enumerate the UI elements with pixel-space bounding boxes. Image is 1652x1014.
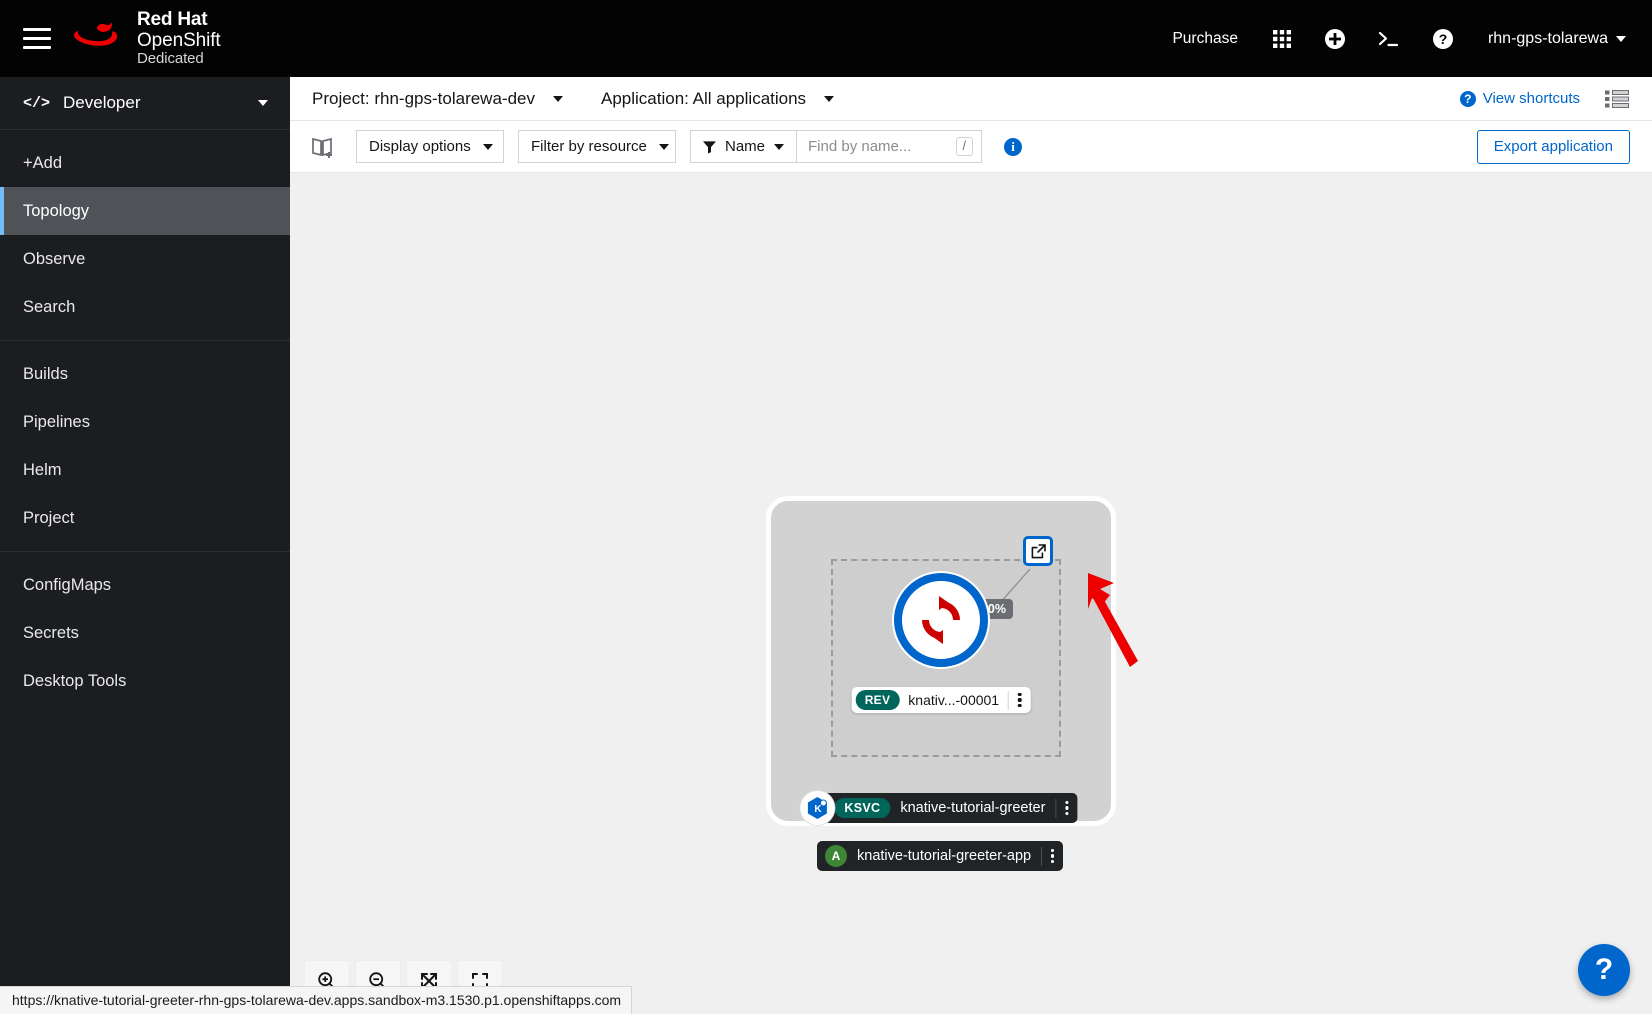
- purchase-link[interactable]: Purchase: [1154, 0, 1255, 77]
- name-filter-group: Name /: [690, 130, 982, 163]
- help-circle-icon: ?: [1459, 90, 1476, 107]
- masthead: Red Hat OpenShift Dedicated Purchase ? r…: [0, 0, 1652, 77]
- sidebar-item-add[interactable]: +Add: [0, 139, 290, 187]
- info-circle-icon[interactable]: i: [1004, 137, 1022, 156]
- chevron-down-icon: [1616, 35, 1626, 42]
- chevron-down-icon: [658, 143, 669, 150]
- red-hat-hat-icon: [74, 19, 126, 57]
- book-plus-icon[interactable]: [308, 132, 338, 162]
- sidebar-item-pipelines[interactable]: Pipelines: [0, 398, 290, 446]
- sidebar-item-topology[interactable]: Topology: [0, 187, 290, 235]
- nav-section-primary: +Add Topology Observe Search: [0, 130, 290, 341]
- code-brackets-icon: </>: [23, 94, 51, 112]
- help-fab[interactable]: ?: [1578, 944, 1630, 996]
- chevron-down-icon: [774, 143, 784, 150]
- filter-by-resource-dropdown[interactable]: Filter by resource: [518, 130, 676, 163]
- view-shortcuts-label: View shortcuts: [1482, 90, 1580, 107]
- sidebar-item-configmaps[interactable]: ConfigMaps: [0, 561, 290, 609]
- hamburger-icon[interactable]: [14, 16, 60, 62]
- filter-by-resource-label: Filter by resource: [531, 138, 647, 155]
- plus-circle-icon[interactable]: [1308, 0, 1362, 77]
- sidebar-item-label: Desktop Tools: [23, 671, 127, 690]
- terminal-icon[interactable]: [1362, 0, 1416, 77]
- sidebar-item-label: Observe: [23, 249, 86, 268]
- sidebar: </> Developer +Add Topology Observe Sear…: [0, 77, 290, 1014]
- project-label: Project: rhn-gps-tolarewa-dev: [312, 88, 535, 108]
- brand-logo[interactable]: Red Hat OpenShift Dedicated: [74, 9, 221, 68]
- sidebar-item-helm[interactable]: Helm: [0, 446, 290, 494]
- external-link-icon[interactable]: [1023, 536, 1053, 566]
- sidebar-item-project[interactable]: Project: [0, 494, 290, 542]
- user-menu[interactable]: rhn-gps-tolarewa: [1470, 0, 1630, 77]
- status-bar-url: https://knative-tutorial-greeter-rhn-gps…: [0, 986, 633, 1014]
- display-options-label: Display options: [369, 138, 471, 155]
- brand-line-redhat: Red Hat: [137, 8, 208, 30]
- service-kind-badge: KSVC: [834, 798, 891, 818]
- chevron-down-icon: [824, 95, 835, 102]
- main-content: Project: rhn-gps-tolarewa-dev Applicatio…: [290, 77, 1652, 1014]
- knative-icon: K: [800, 791, 835, 825]
- sidebar-item-label: Secrets: [23, 623, 79, 642]
- kebab-menu-icon[interactable]: [1008, 690, 1030, 710]
- service-name: knative-tutorial-greeter: [900, 800, 1046, 816]
- sidebar-item-label: Pipelines: [23, 412, 90, 431]
- application-initial-avatar: A: [825, 845, 847, 867]
- view-shortcuts-link[interactable]: ? View shortcuts: [1459, 90, 1580, 107]
- revision-label[interactable]: REV knativ...-00001: [851, 687, 1031, 713]
- search-input[interactable]: [808, 138, 956, 155]
- project-bar: Project: rhn-gps-tolarewa-dev Applicatio…: [290, 77, 1652, 121]
- help-circle-icon[interactable]: ?: [1416, 0, 1470, 77]
- application-name: knative-tutorial-greeter-app: [857, 848, 1032, 864]
- name-filter-dropdown[interactable]: Name: [690, 130, 796, 163]
- brand-line-dedicated: Dedicated: [137, 50, 204, 68]
- sidebar-item-label: Topology: [23, 201, 90, 220]
- chevron-down-icon: [482, 143, 493, 150]
- chevron-down-icon: [552, 95, 563, 102]
- brand-line-openshift: OpenShift: [137, 30, 221, 52]
- application-selector[interactable]: Application: All applications: [600, 88, 835, 109]
- chevron-down-icon: [258, 100, 268, 106]
- kebab-menu-icon[interactable]: [1055, 798, 1077, 818]
- sidebar-item-secrets[interactable]: Secrets: [0, 609, 290, 657]
- name-filter-label: Name: [724, 138, 765, 155]
- project-selector[interactable]: Project: rhn-gps-tolarewa-dev: [312, 89, 563, 109]
- nav-section-build: Builds Pipelines Helm Project: [0, 341, 290, 552]
- funnel-icon: [703, 140, 716, 153]
- search-input-wrapper: /: [796, 130, 982, 163]
- knative-service-label[interactable]: K KSVC knative-tutorial-greeter: [800, 791, 1078, 825]
- application-group-node[interactable]: 100% REV knativ...-00001 K KSVC knative-…: [766, 496, 1116, 826]
- revision-name: knativ...-00001: [908, 692, 1000, 708]
- user-name: rhn-gps-tolarewa: [1487, 29, 1608, 47]
- sidebar-item-label: ConfigMaps: [23, 575, 112, 594]
- sidebar-item-label: Search: [23, 297, 76, 316]
- search-shortcut-key: /: [955, 136, 973, 157]
- kebab-menu-icon[interactable]: [1041, 846, 1063, 866]
- perspective-switcher[interactable]: </> Developer: [0, 77, 290, 130]
- sidebar-item-observe[interactable]: Observe: [0, 235, 290, 283]
- export-application-button[interactable]: Export application: [1476, 129, 1630, 164]
- masthead-actions: Purchase ? rhn-gps-tolarewa: [1154, 0, 1652, 77]
- knative-revision-icon[interactable]: [894, 573, 988, 667]
- sidebar-item-desktop-tools[interactable]: Desktop Tools: [0, 657, 290, 705]
- nav-section-resources: ConfigMaps Secrets Desktop Tools: [0, 552, 290, 714]
- filter-bar: Display options Filter by resource Name …: [290, 121, 1652, 173]
- grid-apps-icon[interactable]: [1256, 0, 1308, 77]
- topology-canvas[interactable]: 100% REV knativ...-00001 K KSVC knative-…: [290, 173, 1652, 1014]
- sidebar-item-builds[interactable]: Builds: [0, 350, 290, 398]
- revision-refresh-icon: [922, 596, 960, 644]
- sidebar-item-label: Builds: [23, 364, 68, 383]
- sidebar-item-label: Helm: [23, 460, 62, 479]
- sidebar-item-label: Project: [23, 508, 75, 527]
- sidebar-item-label: +Add: [23, 153, 62, 172]
- application-label: Application: All applications: [600, 88, 807, 108]
- display-options-dropdown[interactable]: Display options: [356, 130, 504, 163]
- list-view-icon[interactable]: [1604, 86, 1630, 112]
- svg-text:?: ?: [1439, 31, 1448, 47]
- perspective-label: Developer: [63, 93, 141, 112]
- sidebar-item-search[interactable]: Search: [0, 283, 290, 331]
- revision-kind-badge: REV: [855, 690, 900, 710]
- application-group-label[interactable]: A knative-tutorial-greeter-app: [817, 841, 1064, 871]
